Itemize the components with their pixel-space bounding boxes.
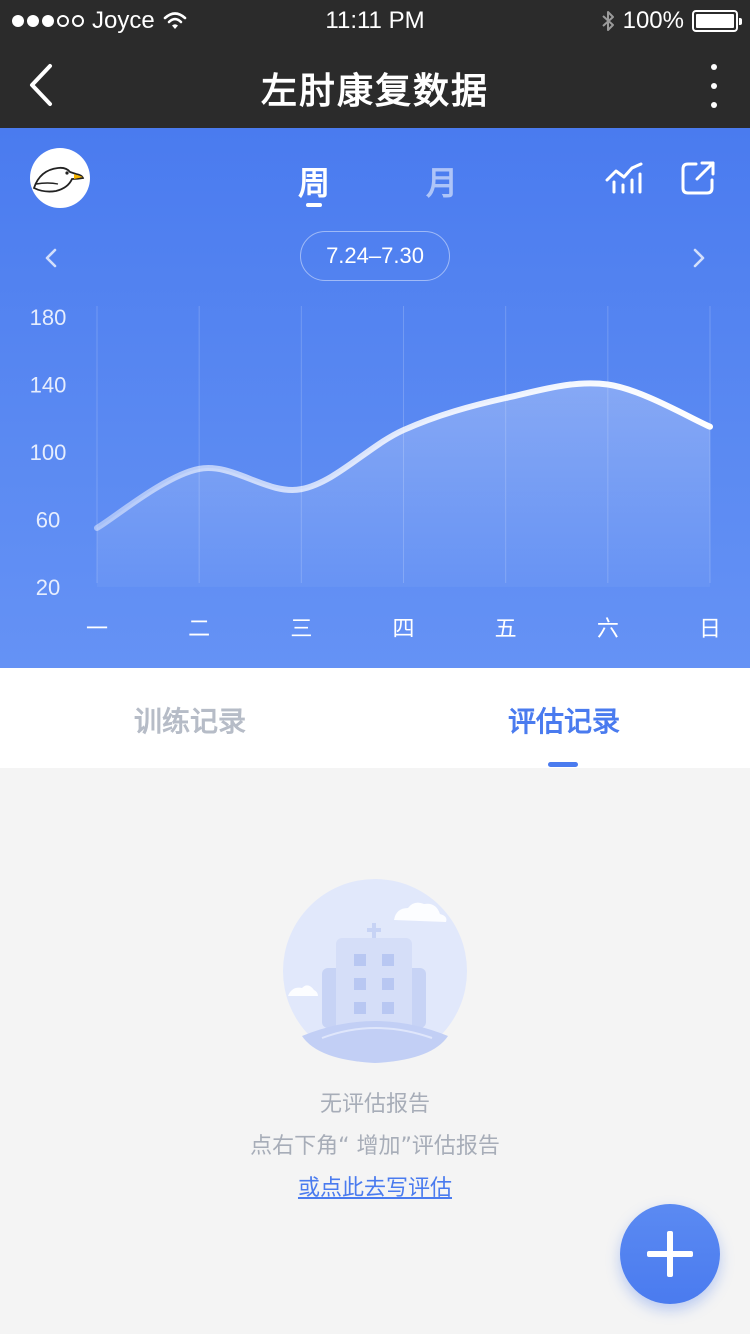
record-tabs: 训练记录 评估记录 (0, 668, 750, 768)
next-week-icon[interactable] (690, 244, 708, 272)
share-export-icon[interactable] (680, 160, 716, 196)
x-axis: 一二三四五六日 (86, 617, 721, 642)
x-tick-label: 六 (597, 617, 619, 642)
status-bar: Joyce 11:11 PM 100% (0, 0, 750, 42)
goose-logo-icon (32, 166, 85, 193)
x-tick-label: 三 (290, 617, 312, 642)
tab-week[interactable]: 周 (298, 158, 330, 204)
battery-percent: 100% (622, 7, 684, 34)
chart-panel: 180 140 100 60 20 一 二 三 四 五 六 日 周 月 7.24–7.30 (0, 128, 750, 668)
x-tick-label: 一 (86, 617, 108, 642)
write-assessment-link[interactable]: 或点此去写评估 (0, 1170, 750, 1202)
avatar[interactable] (30, 148, 90, 208)
empty-state-hint: 点右下角“ 增加”评估报告 (250, 1134, 500, 1159)
y-tick-label: 180 (30, 305, 67, 330)
line-chart: 180 140 100 60 20 一 二 三 四 五 六 日 (30, 305, 721, 642)
y-tick-label: 20 (36, 575, 60, 600)
date-range-selector[interactable]: 7.24–7.30 (300, 231, 450, 281)
nav-bar: 左肘康复数据 (0, 42, 750, 128)
tab-assessment-records[interactable]: 评估记录 (508, 700, 620, 740)
y-tick-label: 100 (30, 440, 67, 465)
page-title: 左肘康复数据 (260, 71, 489, 112)
status-right: 100% (601, 7, 742, 35)
bluetooth-icon (601, 11, 614, 31)
more-options-icon[interactable] (704, 64, 724, 108)
empty-hospital-illustration (283, 879, 467, 1063)
y-tick-label: 140 (30, 373, 67, 398)
empty-state-title: 无评估报告 (319, 1092, 430, 1117)
y-tick-label: 60 (36, 508, 60, 533)
prev-week-icon[interactable] (42, 244, 60, 272)
trend-chart-icon[interactable] (604, 160, 644, 196)
tab-week-indicator (306, 203, 322, 207)
x-tick-label: 日 (699, 617, 721, 642)
x-tick-label: 四 (392, 617, 414, 642)
top-bar: Joyce 11:11 PM 100% 左肘康复数据 (0, 0, 750, 128)
add-button[interactable] (620, 1204, 720, 1304)
x-tick-label: 二 (188, 617, 210, 642)
battery-icon (692, 10, 742, 32)
tab-active-indicator (548, 762, 578, 767)
x-tick-label: 五 (495, 617, 517, 642)
tab-month[interactable]: 月 (426, 158, 458, 204)
tab-training-records[interactable]: 训练记录 (134, 700, 246, 740)
y-axis: 180 140 100 60 20 (30, 305, 67, 600)
